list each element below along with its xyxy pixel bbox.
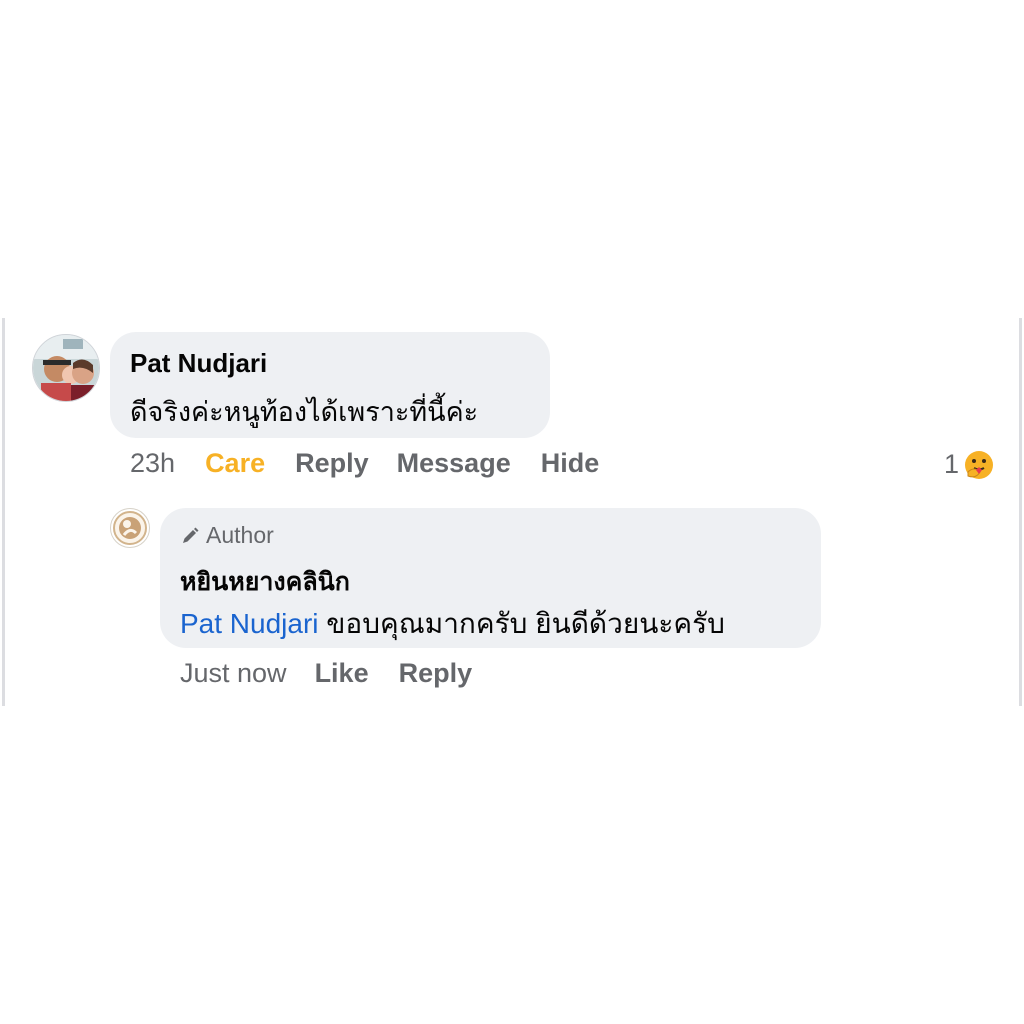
reply-reply-button[interactable]: Reply	[399, 658, 473, 689]
care-reaction-icon[interactable]	[964, 450, 994, 480]
mention-link[interactable]: Pat Nudjari	[180, 608, 319, 639]
author-badge: Author	[180, 522, 274, 549]
page-name[interactable]: หยินหยางคลินิก	[180, 562, 350, 602]
author-badge-label: Author	[206, 522, 274, 548]
comment-bubble: Pat Nudjari ดีจริงค่ะหนูท้องได้เพราะที่น…	[110, 332, 550, 438]
commenter-avatar[interactable]	[32, 334, 100, 402]
thread-left-border	[2, 318, 5, 706]
reply-button[interactable]: Reply	[295, 448, 369, 479]
reply-text: Pat Nudjari ขอบคุณมากครับ ยินดีด้วยนะครั…	[180, 602, 725, 646]
hide-button[interactable]: Hide	[541, 448, 600, 479]
page-avatar[interactable]	[110, 508, 150, 548]
reaction-count[interactable]: 1	[944, 449, 959, 480]
comment-actions: 23h Care Reply Message Hide	[130, 448, 599, 479]
reply-message: ขอบคุณมากครับ ยินดีด้วยนะครับ	[318, 608, 725, 639]
comment-text: ดีจริงค่ะหนูท้องได้เพราะที่นี้ค่ะ	[130, 397, 479, 427]
reply-time[interactable]: Just now	[180, 658, 287, 689]
care-button[interactable]: Care	[205, 448, 265, 479]
reply-bubble: Author หยินหยางคลินิก Pat Nudjari ขอบคุณ…	[160, 508, 821, 648]
thread-right-border	[1019, 318, 1022, 706]
like-button[interactable]: Like	[315, 658, 369, 689]
reply-actions: Just now Like Reply	[180, 658, 472, 689]
message-button[interactable]: Message	[397, 448, 511, 479]
pencil-icon	[183, 527, 199, 543]
comment-time[interactable]: 23h	[130, 448, 175, 479]
commenter-name[interactable]: Pat Nudjari	[130, 348, 267, 379]
comment-thread: Pat Nudjari ดีจริงค่ะหนูท้องได้เพราะที่น…	[0, 318, 1024, 706]
